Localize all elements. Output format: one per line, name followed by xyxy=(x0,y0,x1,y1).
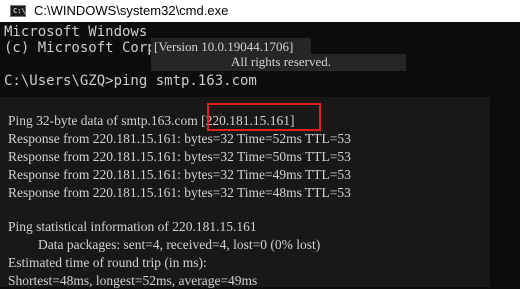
rtt-header: Estimated time of round trip (in ms): xyxy=(8,255,207,270)
version-text: [Version 10.0.19044.1706] xyxy=(154,39,294,54)
rtt-values: Shortest=48ms, longest=52ms, average=49m… xyxy=(8,273,258,288)
response-line: Response from 220.181.15.161: bytes=32 T… xyxy=(8,167,351,182)
console-area[interactable]: Microsoft Windows (c) Microsoft Corp [Ve… xyxy=(0,22,520,288)
stats-header: Ping statistical information of 220.181.… xyxy=(8,219,257,234)
ping-header-prefix: Ping 32-byte data of smtp.163.com xyxy=(8,113,198,128)
rights-overlay: All rights reserved. xyxy=(151,54,406,71)
response-line: Response from 220.181.15.161: bytes=32 T… xyxy=(8,185,351,200)
terminal-icon: C:\ xyxy=(10,5,26,17)
stats-packets: Data packages: sent=4, received=4, lost=… xyxy=(38,237,321,252)
banner-line-2: (c) Microsoft Corp xyxy=(4,40,156,56)
response-line: Response from 220.181.15.161: bytes=32 T… xyxy=(8,131,351,146)
terminal-icon-glyph: C:\ xyxy=(13,7,26,15)
title-bar[interactable]: C:\ C:\WINDOWS\system32\cmd.exe xyxy=(0,0,520,22)
window-title: C:\WINDOWS\system32\cmd.exe xyxy=(34,3,229,18)
command-prompt-line: C:\Users\GZQ>ping smtp.163.com xyxy=(4,73,257,89)
rights-text: All rights reserved. xyxy=(231,54,332,69)
response-line: Response from 220.181.15.161: bytes=32 T… xyxy=(8,149,351,164)
ip-highlight-box xyxy=(207,103,321,131)
banner-line-1: Microsoft Windows xyxy=(4,24,148,40)
